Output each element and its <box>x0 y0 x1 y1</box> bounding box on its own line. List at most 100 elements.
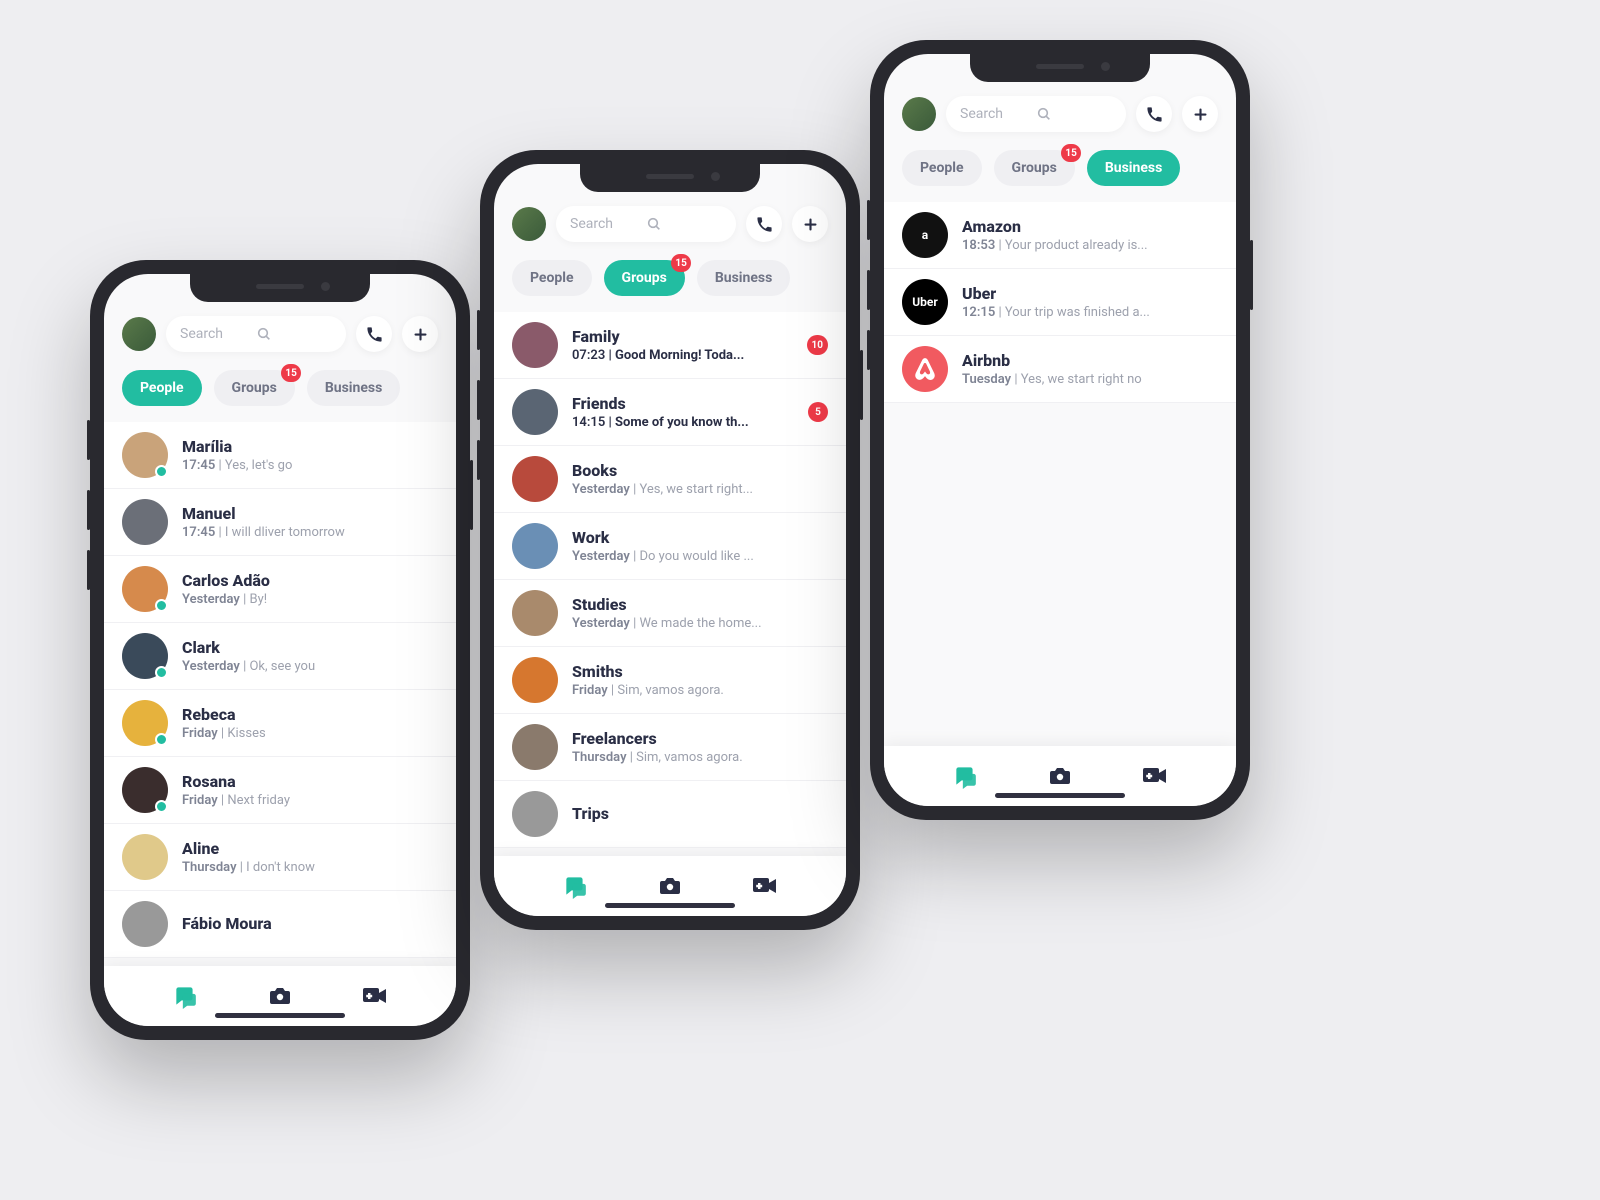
contact-name: Rebeca <box>182 705 438 724</box>
list-item[interactable]: RosanaFriday | Next friday <box>104 757 456 824</box>
message-preview: Yesterday | Ok, see you <box>182 659 438 674</box>
tab-business[interactable]: Business <box>697 260 790 296</box>
phone-icon <box>756 216 773 233</box>
list-item-text: Amazon18:53 | Your product already is... <box>962 217 1218 253</box>
notch <box>190 274 370 302</box>
contact-name: Studies <box>572 595 828 614</box>
camera-icon <box>1048 764 1072 788</box>
add-button[interactable] <box>1182 96 1218 132</box>
list-item[interactable]: FreelancersThursday | Sim, vamos agora. <box>494 714 846 781</box>
add-button[interactable] <box>402 316 438 352</box>
search-icon <box>646 216 722 232</box>
screen: Search People Groups15 Business Family 07:23 … <box>494 164 846 916</box>
nav-camera[interactable] <box>656 872 684 900</box>
user-avatar[interactable] <box>902 97 936 131</box>
list-item[interactable]: Airbnb Tuesday | Yes, we start right no <box>884 336 1236 403</box>
nav-chat[interactable] <box>561 872 589 900</box>
list-item[interactable]: aAmazon18:53 | Your product already is..… <box>884 202 1236 269</box>
search-icon <box>256 326 332 342</box>
avatar <box>122 499 168 545</box>
search-input[interactable]: Search <box>556 206 736 242</box>
contact-name: Airbnb <box>962 351 1218 370</box>
list-item-text: StudiesYesterday | We made the home... <box>572 595 828 631</box>
avatar <box>902 346 948 392</box>
list-item[interactable]: Marília 17:45 | Yes, let's go <box>104 422 456 489</box>
chat-list[interactable]: aAmazon18:53 | Your product already is..… <box>884 202 1236 746</box>
avatar <box>512 389 558 435</box>
nav-video[interactable] <box>1141 762 1169 790</box>
chat-list[interactable]: Family07:23 | Good Morning! Toda...10Fri… <box>494 312 846 856</box>
nav-camera[interactable] <box>1046 762 1074 790</box>
list-item[interactable]: AlineThursday | I don't know <box>104 824 456 891</box>
message-preview: Friday | Kisses <box>182 726 438 741</box>
camera-icon <box>268 984 292 1008</box>
phone-groups: Search People Groups15 Business Family 07:23 … <box>480 150 860 930</box>
list-item-text: RosanaFriday | Next friday <box>182 772 438 808</box>
search-placeholder: Search <box>570 216 646 232</box>
contact-name: Marília <box>182 437 438 456</box>
list-item[interactable]: Rebeca Friday | Kisses <box>104 690 456 757</box>
message-preview: 14:15 | Some of you know th... <box>572 415 794 430</box>
list-item[interactable]: StudiesYesterday | We made the home... <box>494 580 846 647</box>
contact-name: Manuel <box>182 504 438 523</box>
plus-icon <box>1192 106 1209 123</box>
message-preview: 17:45 | Yes, let's go <box>182 458 438 473</box>
tab-groups[interactable]: Groups15 <box>214 370 295 406</box>
message-preview: Tuesday | Yes, we start right no <box>962 372 1218 387</box>
user-avatar[interactable] <box>512 207 546 241</box>
screen: Search People Groups15 Business aAmazon18:53… <box>884 54 1236 806</box>
nav-video[interactable] <box>361 982 389 1010</box>
message-preview: 07:23 | Good Morning! Toda... <box>572 348 793 363</box>
unread-count: 5 <box>808 402 828 422</box>
nav-video[interactable] <box>751 872 779 900</box>
list-item[interactable]: Trips <box>494 781 846 848</box>
contact-name: Aline <box>182 839 438 858</box>
presence-dot <box>155 666 168 679</box>
contact-name: Freelancers <box>572 729 828 748</box>
chat-icon <box>172 983 198 1009</box>
contact-name: Friends <box>572 394 794 413</box>
call-button[interactable] <box>1136 96 1172 132</box>
list-item[interactable]: UberUber12:15 | Your trip was finished a… <box>884 269 1236 336</box>
list-item[interactable]: Family07:23 | Good Morning! Toda...10 <box>494 312 846 379</box>
contact-name: Uber <box>962 284 1218 303</box>
list-item[interactable]: BooksYesterday | Yes, we start right... <box>494 446 846 513</box>
contact-name: Family <box>572 327 793 346</box>
list-item[interactable]: SmithsFriday | Sim, vamos agora. <box>494 647 846 714</box>
list-item[interactable]: ClarkYesterday | Ok, see you <box>104 623 456 690</box>
search-input[interactable]: Search <box>946 96 1126 132</box>
contact-name: Rosana <box>182 772 438 791</box>
chat-list[interactable]: Marília 17:45 | Yes, let's go Manuel17:45 … <box>104 422 456 966</box>
tab-business[interactable]: Business <box>307 370 400 406</box>
tab-people[interactable]: People <box>902 150 982 186</box>
home-indicator <box>995 793 1125 798</box>
search-placeholder: Search <box>960 106 1036 122</box>
list-item[interactable]: Manuel17:45 | I will dliver tomorrow <box>104 489 456 556</box>
message-preview: Yesterday | Yes, we start right... <box>572 482 828 497</box>
tab-people[interactable]: People <box>122 370 202 406</box>
nav-chat[interactable] <box>951 762 979 790</box>
list-item[interactable]: Work Yesterday | Do you would like ... <box>494 513 846 580</box>
user-avatar[interactable] <box>122 317 156 351</box>
contact-name: Work <box>572 528 828 547</box>
list-item-text: Rebeca Friday | Kisses <box>182 705 438 741</box>
tab-people[interactable]: People <box>512 260 592 296</box>
list-item[interactable]: Friends 14:15 | Some of you know th... 5 <box>494 379 846 446</box>
contact-name: Trips <box>572 804 828 823</box>
search-input[interactable]: Search <box>166 316 346 352</box>
add-button[interactable] <box>792 206 828 242</box>
nav-camera[interactable] <box>266 982 294 1010</box>
camera-icon <box>658 874 682 898</box>
tab-business[interactable]: Business <box>1087 150 1180 186</box>
list-item[interactable]: Carlos AdãoYesterday | By! <box>104 556 456 623</box>
list-item[interactable]: Fábio Moura <box>104 891 456 958</box>
call-button[interactable] <box>356 316 392 352</box>
call-button[interactable] <box>746 206 782 242</box>
message-preview: Yesterday | Do you would like ... <box>572 549 828 564</box>
tab-groups[interactable]: Groups15 <box>994 150 1075 186</box>
list-item-text: Airbnb Tuesday | Yes, we start right no <box>962 351 1218 387</box>
phone-people: Search People Groups15 Business Marília 17:45… <box>90 260 470 1040</box>
nav-chat[interactable] <box>171 982 199 1010</box>
phone-business: Search People Groups15 Business aAmazon18:53… <box>870 40 1250 820</box>
tab-groups[interactable]: Groups15 <box>604 260 685 296</box>
